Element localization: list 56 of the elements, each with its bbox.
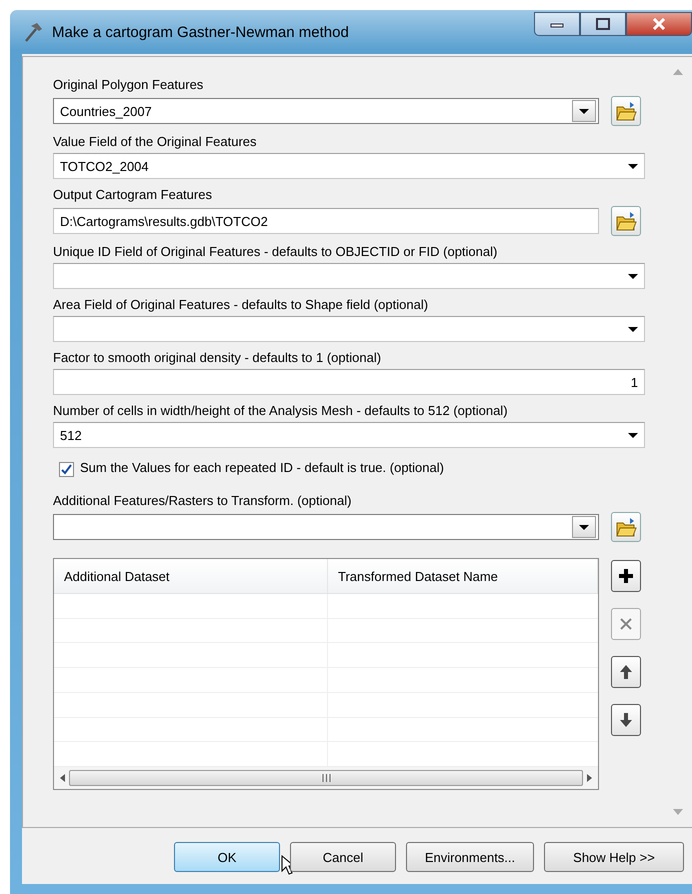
browse-button[interactable] [611, 96, 641, 126]
field-label: Original Polygon Features [53, 77, 204, 93]
browse-button[interactable] [611, 512, 641, 542]
dialog-button[interactable]: Show Help >> [544, 842, 684, 872]
caret-icon [628, 326, 638, 332]
dialog-button[interactable]: Cancel [290, 842, 396, 872]
dropdown-field[interactable]: Countries_2007 [53, 98, 599, 124]
minimize-button[interactable] [534, 12, 580, 36]
dialog-button[interactable]: Environments... [406, 842, 534, 872]
scroll-left-icon[interactable] [60, 774, 65, 782]
check-icon [61, 464, 72, 475]
arrow-up-button[interactable] [611, 656, 641, 688]
grip-icon [322, 774, 330, 782]
plus-icon [618, 568, 634, 584]
dropdown-field[interactable] [53, 514, 599, 540]
caret-icon [579, 108, 589, 114]
caret-icon [628, 274, 638, 278]
field-label: Output Cartogram Features [53, 187, 213, 203]
close-icon [652, 18, 666, 30]
scroll-thumb[interactable] [69, 770, 583, 786]
folder-icon [615, 101, 637, 121]
folder-icon [615, 211, 637, 231]
checkbox-label: Sum the Values for each repeated ID - default is true. (optional) [80, 460, 444, 476]
arrow-down-button[interactable] [611, 704, 641, 736]
arrow-up-icon [618, 664, 634, 680]
caret-icon [628, 432, 638, 438]
dropdown-field[interactable]: TOTCO2_2004 [53, 153, 645, 179]
maximize-icon [596, 18, 610, 30]
input-field[interactable]: D:\Cartograms\results.gdb\TOTCO2 [53, 208, 599, 234]
close-button[interactable] [626, 12, 692, 36]
field-label: Factor to smooth original density - defaults to 1 (optional) [53, 350, 382, 366]
input-field[interactable]: 1 [53, 369, 645, 395]
field-label: Area Field of Original Features - defaults to Shape field (optional) [53, 297, 430, 313]
browse-button[interactable] [611, 206, 641, 236]
field-label: Additional Features/Rasters to Transform. (optional) [53, 493, 352, 509]
field-label: Value Field of the Original Features [53, 134, 258, 150]
hammer-icon [22, 21, 44, 43]
scroll-right-icon[interactable] [587, 774, 592, 782]
dropdown-field[interactable]: 512 [53, 422, 645, 448]
caret-icon [579, 524, 589, 530]
dropdown-button[interactable] [572, 100, 596, 122]
dropdown-field[interactable] [53, 316, 645, 342]
folder-icon [615, 517, 637, 537]
close-icon [618, 616, 634, 632]
field-label: Unique ID Field of Original Features - defaults to OBJECTID or FID (optional) [53, 244, 498, 260]
caret-icon [628, 164, 638, 168]
maximize-button[interactable] [580, 12, 626, 36]
window-title: Make a cartogram Gastner-Newman method [52, 24, 349, 40]
field-label: Number of cells in width/height of the Analysis Mesh - defaults to 512 (optional) [53, 403, 509, 419]
column-header[interactable]: Transformed Dataset Name [328, 559, 598, 593]
dropdown-button[interactable] [572, 516, 596, 538]
dropdown-field[interactable] [53, 263, 645, 289]
checkbox[interactable] [59, 462, 74, 477]
arrow-down-icon [618, 712, 634, 728]
plus-button[interactable] [611, 560, 641, 592]
column-header[interactable]: Additional Dataset [54, 559, 328, 593]
